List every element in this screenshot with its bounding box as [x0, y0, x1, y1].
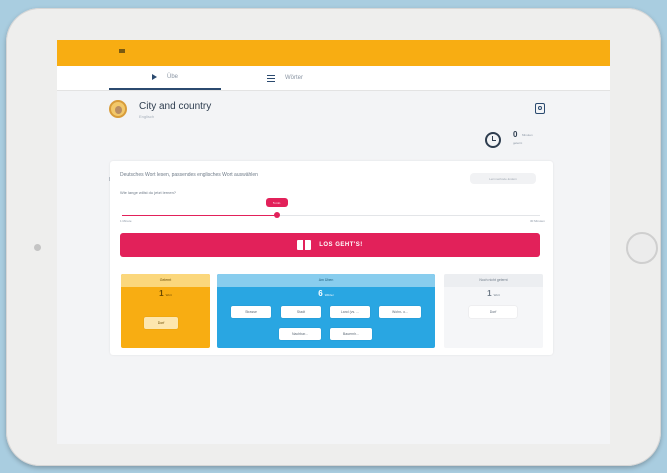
slider-min-label: 1 Minute: [120, 219, 132, 223]
app-screen: Übe Wörter City and country Englisch B1 …: [57, 40, 610, 444]
word-chip[interactable]: Nachbar...: [279, 328, 321, 340]
page-title: City and country: [139, 101, 212, 112]
word-chip[interactable]: Dorf: [144, 317, 178, 329]
instruction-text: Deutsches Wort lesen, passendes englisch…: [120, 172, 258, 178]
box-learned-count: 1 Wort: [159, 289, 172, 298]
clock-icon: [485, 132, 501, 148]
tab-words[interactable]: Wörter: [235, 66, 335, 90]
start-button[interactable]: LOS GEHT'S!: [120, 233, 540, 257]
home-button[interactable]: [626, 232, 658, 264]
exercise-card: Deutsches Wort lesen, passendes englisch…: [110, 161, 553, 355]
word-chip[interactable]: Dorf: [469, 306, 517, 318]
book-icon: [297, 240, 312, 250]
time-label: gelernt: [513, 141, 523, 145]
box-learning-title: Am Üben: [217, 274, 435, 287]
play-icon: [151, 74, 157, 80]
tab-bar: Übe Wörter: [57, 66, 610, 91]
settings-icon[interactable]: [535, 103, 545, 114]
slider-fill: [122, 215, 277, 216]
word-chip[interactable]: Wohn- o...: [379, 306, 421, 318]
box-learned: Gelernt 1 Wort Dorf: [121, 274, 210, 348]
word-chip[interactable]: Strasse: [231, 306, 271, 318]
duration-slider[interactable]: 5 min: [122, 198, 540, 218]
top-bar: [57, 40, 610, 66]
lesson-header: City and country Englisch: [109, 98, 549, 138]
word-chip[interactable]: Land (vs. ...: [330, 306, 370, 318]
slider-handle[interactable]: [273, 212, 280, 218]
tab-learn-label: Übe: [166, 74, 178, 80]
word-chip[interactable]: Stadt: [281, 306, 321, 318]
start-button-label: LOS GEHT'S!: [319, 242, 363, 248]
list-icon: [267, 74, 275, 82]
menu-icon[interactable]: [119, 49, 125, 51]
slider-value: 5 min: [265, 198, 288, 207]
avatar: [109, 100, 127, 118]
tab-words-label: Wörter: [285, 75, 303, 81]
page-subtitle: Englisch: [139, 114, 155, 119]
box-unknown-title: Noch nicht gelernt: [444, 274, 543, 287]
tab-learn[interactable]: Übe: [109, 66, 221, 90]
time-unit: Minuten: [522, 133, 533, 137]
method-button[interactable]: Lernmethode ändern: [470, 173, 536, 184]
word-chip[interactable]: Bauernh...: [330, 328, 372, 340]
time-value: 0: [513, 130, 518, 139]
box-learning-count: 6 Wörter: [318, 289, 334, 298]
box-learned-title: Gelernt: [121, 274, 210, 287]
question-text: Wie lange willst du jetzt lernen?: [120, 190, 177, 195]
box-unknown: Noch nicht gelernt 1 Wort Dorf: [444, 274, 543, 348]
box-unknown-count: 1 Wort: [487, 289, 500, 298]
slider-max-label: 30 Minuten: [530, 219, 545, 223]
box-learning: Am Üben 6 Wörter Strasse Stadt Land (vs. …: [217, 274, 435, 348]
camera-icon: [34, 244, 41, 251]
